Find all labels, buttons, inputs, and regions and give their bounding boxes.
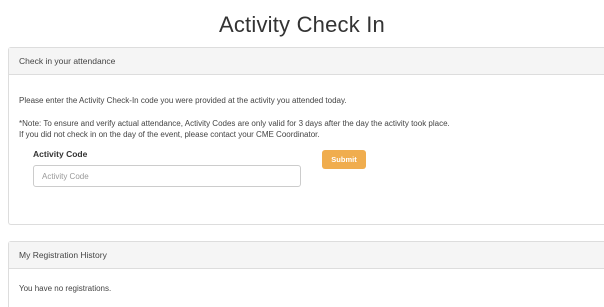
page-title: Activity Check In [218, 12, 385, 37]
checkin-panel: Check in your attendance Please enter th… [8, 47, 604, 225]
page: Activity Check In Check in your attendan… [0, 0, 604, 307]
registration-history-body: You have no registrations. [9, 269, 604, 301]
registration-history-heading: My Registration History [9, 242, 604, 269]
registration-history-panel: My Registration History You have no regi… [8, 241, 604, 307]
activity-code-form: Activity Code Submit [19, 149, 594, 199]
checkin-instructions: Please enter the Activity Check-In code … [19, 96, 347, 105]
checkin-panel-body: Please enter the Activity Check-In code … [9, 75, 604, 207]
activity-code-label: Activity Code [33, 149, 88, 159]
activity-code-input[interactable] [33, 165, 301, 187]
submit-button[interactable]: Submit [322, 150, 366, 169]
registration-history-empty: You have no registrations. [19, 284, 112, 293]
checkin-note-line-2: If you did not check in on the day of th… [19, 130, 320, 139]
checkin-note-line-1: *Note: To ensure and verify actual atten… [19, 119, 450, 128]
checkin-note: *Note: To ensure and verify actual atten… [19, 118, 594, 140]
checkin-panel-heading: Check in your attendance [9, 48, 604, 75]
